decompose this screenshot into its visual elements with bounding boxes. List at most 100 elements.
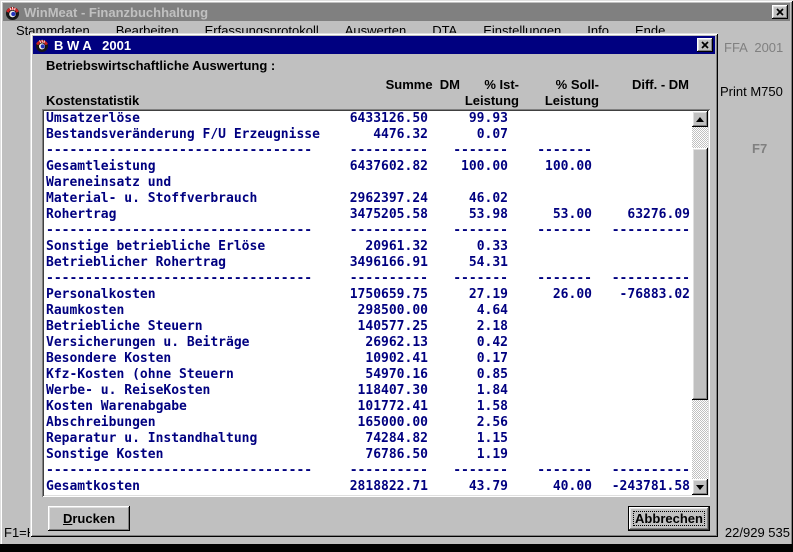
table-row[interactable]: Kosten Warenabgabe 101772.41 1.58 — [46, 399, 690, 415]
row-diff — [592, 303, 690, 319]
table-row[interactable]: ---------------------------------- -----… — [46, 271, 690, 287]
table-row[interactable]: Abschreibungen 165000.00 2.56 — [46, 415, 690, 431]
main-close-button[interactable] — [772, 5, 788, 19]
table-row[interactable]: Sonstige Kosten 76786.50 1.19 — [46, 447, 690, 463]
row-label: Versicherungen u. Beiträge — [46, 335, 336, 351]
table-row[interactable]: Sonstige betriebliche Erlöse 20961.32 0.… — [46, 239, 690, 255]
row-label: Gesamtkosten — [46, 479, 336, 495]
row-label: Personalkosten — [46, 287, 336, 303]
row-label: Betrieblicher Rohertrag — [46, 255, 336, 271]
row-diff — [592, 191, 690, 207]
dialog-close-button[interactable] — [697, 38, 713, 52]
column-header-ist-line2: Leistung — [465, 93, 519, 108]
winmeat-dialog-icon — [35, 38, 49, 52]
row-label: Werbe- u. ReiseKosten — [46, 383, 336, 399]
table-row[interactable]: ---------------------------------- -----… — [46, 463, 690, 479]
scroll-up-button[interactable] — [692, 111, 708, 127]
row-diff — [592, 175, 690, 191]
table-row[interactable]: Versicherungen u. Beiträge 26962.13 0.42 — [46, 335, 690, 351]
row-ist: 43.79 — [428, 479, 508, 495]
row-ist: 1.19 — [428, 447, 508, 463]
row-soll — [508, 383, 592, 399]
row-label: ---------------------------------- — [46, 463, 336, 479]
column-header-soll-line2: Leistung — [545, 93, 599, 108]
row-soll — [508, 111, 592, 127]
row-soll: ------- — [508, 223, 592, 239]
row-diff — [592, 159, 690, 175]
scroll-down-button[interactable] — [692, 479, 708, 495]
row-ist: 1.84 — [428, 383, 508, 399]
row-label: Betriebliche Steuern — [46, 319, 336, 335]
close-icon — [701, 41, 709, 49]
row-summe: 1750659.75 — [336, 287, 428, 303]
column-header-diff: Diff. - DM — [632, 77, 689, 92]
row-summe: 118407.30 — [336, 383, 428, 399]
table-row[interactable]: Reparatur u. Instandhaltung 74284.82 1.1… — [46, 431, 690, 447]
row-diff: -243781.58 — [592, 479, 690, 495]
row-diff: ---------- — [592, 271, 690, 287]
cancel-button[interactable]: Abbrechen — [628, 506, 710, 531]
row-summe: 26962.13 — [336, 335, 428, 351]
row-summe: 101772.41 — [336, 399, 428, 415]
table-row[interactable]: Rohertrag 3475205.58 53.98 53.00 63276.0… — [46, 207, 690, 223]
listbox-rows: Umsatzerlöse 6433126.50 99.93 Bestandsve… — [46, 111, 690, 495]
table-row[interactable]: Besondere Kosten 10902.41 0.17 — [46, 351, 690, 367]
arrow-up-icon — [696, 117, 704, 122]
table-row[interactable]: Umsatzerlöse 6433126.50 99.93 — [46, 111, 690, 127]
row-ist: 2.18 — [428, 319, 508, 335]
column-header-ist-line1: % Ist- — [484, 77, 519, 92]
row-summe: 54970.16 — [336, 367, 428, 383]
row-label: Besondere Kosten — [46, 351, 336, 367]
table-row[interactable]: Kfz-Kosten (ohne Steuern 54970.16 0.85 — [46, 367, 690, 383]
main-titlebar: WinMeat - Finanzbuchhaltung — [3, 3, 790, 21]
row-summe: 20961.32 — [336, 239, 428, 255]
row-ist: 0.33 — [428, 239, 508, 255]
print-button[interactable]: Drucken — [48, 506, 130, 531]
table-row[interactable]: ---------------------------------- -----… — [46, 223, 690, 239]
bwa-listbox[interactable]: Umsatzerlöse 6433126.50 99.93 Bestandsve… — [42, 109, 710, 497]
table-row[interactable]: Gesamtkosten 2818822.71 43.79 40.00 -243… — [46, 479, 690, 495]
winmeat-app-icon — [5, 5, 20, 20]
row-soll — [508, 447, 592, 463]
row-diff — [592, 143, 690, 159]
row-diff — [592, 367, 690, 383]
table-row[interactable]: Raumkosten 298500.00 4.64 — [46, 303, 690, 319]
table-row[interactable]: Werbe- u. ReiseKosten 118407.30 1.84 — [46, 383, 690, 399]
table-row[interactable]: Personalkosten 1750659.75 27.19 26.00 -7… — [46, 287, 690, 303]
row-label: Rohertrag — [46, 207, 336, 223]
row-diff — [592, 239, 690, 255]
row-ist: 1.15 — [428, 431, 508, 447]
table-row[interactable]: Material- u. Stoffverbrauch 2962397.24 4… — [46, 191, 690, 207]
row-soll: ------- — [508, 143, 592, 159]
row-ist: 2.56 — [428, 415, 508, 431]
row-soll — [508, 255, 592, 271]
row-soll — [508, 335, 592, 351]
row-diff: -76883.02 — [592, 287, 690, 303]
row-label: ---------------------------------- — [46, 223, 336, 239]
table-row[interactable]: Gesamtleistung 6437602.82 100.00 100.00 — [46, 159, 690, 175]
row-label: Gesamtleistung — [46, 159, 336, 175]
row-ist: 99.93 — [428, 111, 508, 127]
row-label: ---------------------------------- — [46, 271, 336, 287]
print-button-label: Drucken — [63, 511, 115, 526]
table-row[interactable]: Bestandsveränderung F/U Erzeugnisse 4476… — [46, 127, 690, 143]
scrollbar-thumb[interactable] — [692, 148, 708, 400]
row-soll — [508, 415, 592, 431]
row-label: ---------------------------------- — [46, 143, 336, 159]
background-ffa-label: FFA 2001 — [724, 40, 783, 55]
row-label: Raumkosten — [46, 303, 336, 319]
table-row[interactable]: Betrieblicher Rohertrag 3496166.91 54.31 — [46, 255, 690, 271]
row-summe: 3475205.58 — [336, 207, 428, 223]
scrollbar-track[interactable] — [692, 127, 708, 479]
table-row[interactable]: Betriebliche Steuern 140577.25 2.18 — [46, 319, 690, 335]
row-summe: 6437602.82 — [336, 159, 428, 175]
row-summe: 76786.50 — [336, 447, 428, 463]
table-row[interactable]: Wareneinsatz und — [46, 175, 690, 191]
main-window-title: WinMeat - Finanzbuchhaltung — [24, 5, 208, 20]
row-summe: 140577.25 — [336, 319, 428, 335]
table-row[interactable]: ---------------------------------- -----… — [46, 143, 690, 159]
row-diff — [592, 415, 690, 431]
row-summe: ---------- — [336, 463, 428, 479]
row-soll: ------- — [508, 463, 592, 479]
row-ist: 100.00 — [428, 159, 508, 175]
